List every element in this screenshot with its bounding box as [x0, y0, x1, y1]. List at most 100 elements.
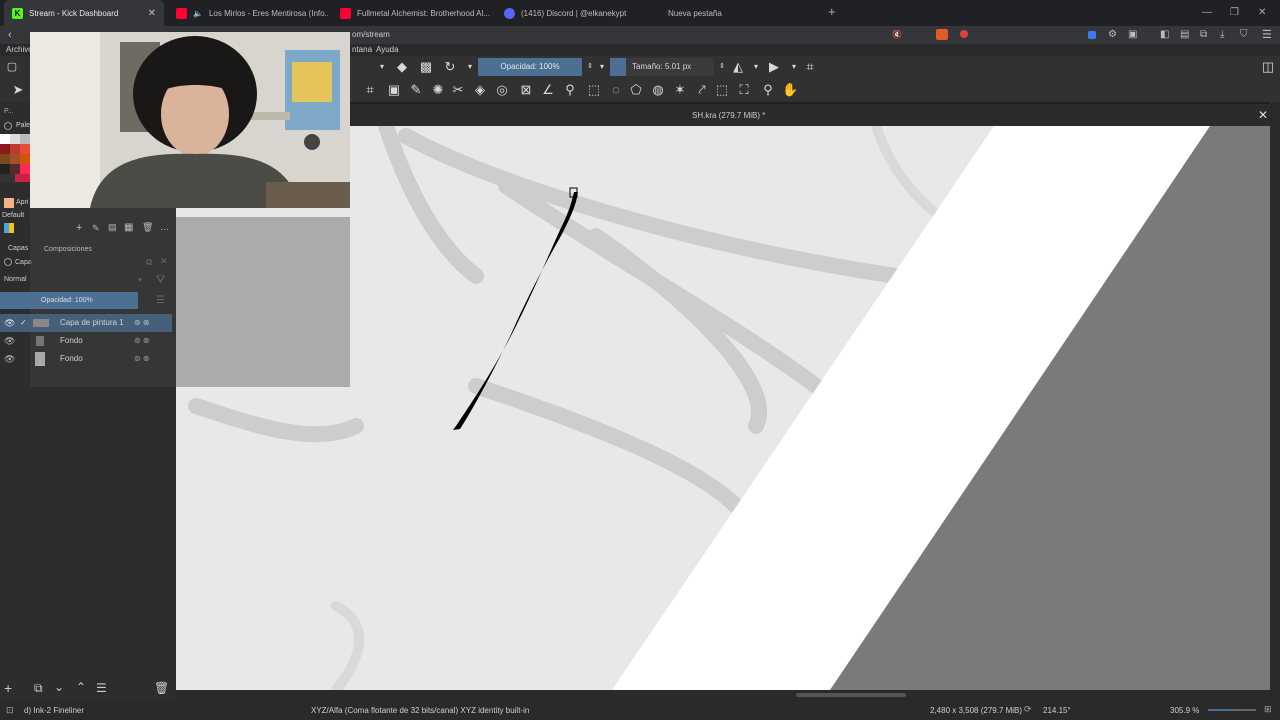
chevron-down-icon[interactable]: ▾	[748, 59, 764, 75]
back-icon[interactable]: ‹	[8, 29, 12, 41]
mute-icon[interactable]: 🔇	[892, 30, 902, 39]
tab-composiciones[interactable]: Composiciones	[44, 246, 92, 253]
chevron-down-icon[interactable]: ▾	[462, 59, 478, 75]
eye-icon[interactable]: 👁	[4, 350, 15, 368]
palette-swatches[interactable]	[0, 134, 30, 182]
layer-name[interactable]: Fondo	[60, 332, 83, 350]
menu-ventana[interactable]: ntana	[352, 45, 372, 54]
close-icon[interactable]: ✕	[148, 8, 156, 19]
tab-fullmetal[interactable]: Fullmetal Alchemist: Brotherhood Al...	[332, 0, 492, 26]
lock-icon[interactable]: ⊚ ⊗	[134, 314, 150, 332]
pan-hand-icon[interactable]: ✋	[782, 82, 798, 98]
close-window-icon[interactable]: ✕	[1258, 7, 1266, 18]
grid-icon[interactable]: ▦	[124, 222, 133, 233]
alert-icon[interactable]	[960, 30, 968, 38]
smart-patch-icon[interactable]: ✺	[430, 82, 446, 98]
edit-icon[interactable]: ✎	[92, 223, 100, 234]
save-icon[interactable]: ▤	[108, 222, 117, 233]
mirror-vertical-icon[interactable]: ▶	[766, 59, 782, 75]
select-pointer-icon[interactable]: ➤	[10, 82, 26, 98]
palette-grid-icon[interactable]	[4, 223, 14, 233]
similar-select-icon[interactable]: ⬚	[714, 82, 730, 98]
reload-icon[interactable]: ↻	[442, 59, 458, 75]
panel-icon[interactable]: ▤	[1180, 29, 1189, 40]
transform-icon[interactable]: ⊠	[518, 82, 534, 98]
lock-icon[interactable]: ⊚ ⊗	[134, 350, 150, 368]
duplicate-layer-icon[interactable]: ⧉	[34, 681, 43, 696]
zoom-icon[interactable]: ⚲	[760, 82, 776, 98]
zoom-slider[interactable]	[1208, 709, 1256, 711]
brave-icon[interactable]	[936, 29, 948, 40]
layer-row[interactable]: 👁 Fondo ⊚ ⊗	[0, 332, 172, 350]
screenshot-icon[interactable]: ⧉	[1200, 29, 1207, 40]
enclose-fill-icon[interactable]: ◎	[494, 82, 510, 98]
shield-icon[interactable]: ⛉	[1240, 29, 1248, 40]
extension-icon[interactable]	[1088, 31, 1096, 39]
layer-name[interactable]: Capa de pintura 1	[60, 314, 124, 332]
puzzle-icon[interactable]: ⚙	[1108, 29, 1117, 40]
menu-ayuda[interactable]: Ayuda	[376, 45, 399, 54]
download-icon[interactable]: ⤓	[1220, 29, 1224, 40]
opacity-slider[interactable]: Opacidad: 100%	[478, 58, 582, 76]
new-document-icon[interactable]: ▢	[4, 59, 20, 75]
rect-select-icon[interactable]: ⬚	[586, 82, 602, 98]
tab-nueva[interactable]: Nueva pestaña	[660, 0, 820, 26]
tab-kick-dashboard[interactable]: K Stream - Kick Dashboard ✕	[4, 0, 164, 26]
layer-row[interactable]: 👁 Fondo ⊚ ⊗	[0, 350, 172, 368]
size-slider[interactable]: Tamaño: 5.01 px	[610, 58, 714, 76]
eye-icon[interactable]: 👁	[4, 314, 15, 332]
magic-wand-icon[interactable]: ✶	[672, 82, 688, 98]
history-icon[interactable]: ▣	[1128, 29, 1137, 40]
ellipse-select-icon[interactable]: ◌	[608, 82, 624, 98]
chevron-down-icon[interactable]: ▾	[594, 59, 610, 75]
eye-icon[interactable]: 👁	[4, 332, 15, 350]
rotation-value[interactable]: 214.15°	[1043, 706, 1071, 715]
spin-arrows-icon[interactable]: ⇕	[714, 59, 730, 75]
fill-icon[interactable]: ◈	[472, 82, 488, 98]
layer-properties-icon[interactable]: ☰	[96, 681, 107, 695]
address-text[interactable]: om/stream	[352, 30, 390, 39]
alpha-lock-icon[interactable]: ▩	[418, 59, 434, 75]
brush-preset-icon[interactable]: ⊡	[6, 705, 14, 716]
magnetic-select-icon[interactable]: ⛶	[736, 82, 752, 98]
chevron-down-icon[interactable]: ▾	[786, 59, 802, 75]
menu-icon[interactable]: ☰	[1262, 28, 1272, 41]
close-document-icon[interactable]: ✕	[1258, 108, 1268, 122]
add-icon[interactable]: +	[76, 222, 82, 234]
gradient-icon[interactable]: ▣	[386, 82, 402, 98]
blend-mode-select[interactable]: Normal	[4, 276, 27, 283]
bezier-select-icon[interactable]: ⤤	[694, 82, 710, 98]
move-up-icon[interactable]: ⌃	[76, 680, 86, 694]
reference-pin-icon[interactable]: ⚲	[562, 82, 578, 98]
horizontal-scrollbar[interactable]	[176, 690, 1270, 700]
wrap-icon[interactable]: ⌗	[802, 59, 818, 75]
assistant-icon[interactable]: ✂	[450, 82, 466, 98]
menu-archivo[interactable]: Archivo	[6, 45, 33, 54]
lock-icon[interactable]: ⊚ ⊗	[134, 332, 150, 350]
delete-layer-icon[interactable]: 🗑	[154, 681, 169, 695]
eraser-icon[interactable]: ◆	[394, 59, 410, 75]
move-down-icon[interactable]: ⌄	[54, 680, 64, 694]
check-icon[interactable]: ✓	[20, 314, 27, 332]
brush-preset-name[interactable]: d) Ink-2 Fineliner	[24, 706, 84, 715]
rotation-icon[interactable]: ⟳	[1024, 704, 1032, 715]
layer-opacity-slider[interactable]: Opacidad: 100%	[30, 292, 138, 309]
more-icon[interactable]: …	[160, 222, 169, 232]
zoom-value[interactable]: 305.9 %	[1170, 706, 1199, 715]
fit-icon[interactable]: ⊞	[1264, 704, 1272, 715]
drawing-canvas[interactable]	[176, 126, 1270, 690]
mirror-horizontal-icon[interactable]: ◭	[730, 59, 746, 75]
color-picker-icon[interactable]: ✎	[408, 82, 424, 98]
freehand-select-icon[interactable]: ◍	[650, 82, 666, 98]
tab-capas[interactable]: Capas	[8, 245, 28, 252]
tab-los-mirlos[interactable]: 🔈 Los Mirlos - Eres Mentirosa (Info...	[168, 0, 328, 26]
minimize-icon[interactable]: —	[1202, 7, 1212, 18]
maximize-icon[interactable]: ❐	[1230, 7, 1239, 18]
new-tab-button[interactable]: +	[828, 4, 836, 19]
trash-icon[interactable]: 🗑	[142, 222, 153, 233]
measure-icon[interactable]: ∠	[540, 82, 556, 98]
polygon-select-icon[interactable]: ⬠	[628, 82, 644, 98]
sidebar-icon[interactable]: ◧	[1160, 29, 1169, 40]
add-layer-icon[interactable]: +	[4, 680, 12, 696]
tab-discord[interactable]: (1416) Discord | @elkanekypt	[496, 0, 656, 26]
